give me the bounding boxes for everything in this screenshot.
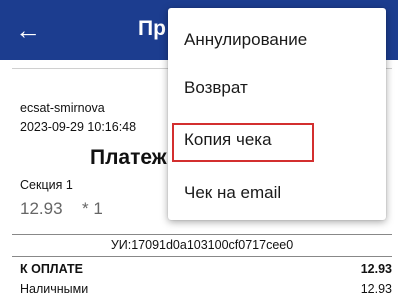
receipt-divider-bottom — [12, 256, 392, 257]
menu-item-label: Возврат — [184, 78, 248, 97]
menu-item-refund[interactable]: Возврат — [168, 66, 386, 114]
menu-item-label: Чек на email — [184, 183, 282, 202]
receipt-uid: УИ:17091d0a103100cf0717cee0 — [110, 238, 294, 252]
menu-item-receipt-copy[interactable]: Копия чека — [168, 118, 386, 166]
total-due-label: К ОПЛАТЕ — [20, 262, 83, 276]
receipt-datetime: 2023-09-29 10:16:48 — [20, 120, 137, 134]
back-arrow-icon[interactable]: ← — [14, 16, 42, 44]
total-due-value: 12.93 — [360, 262, 392, 276]
overflow-menu: Аннулирование Возврат Копия чека Чек на … — [168, 8, 386, 220]
item-price: 12.93 — [20, 199, 63, 218]
cash-label: Наличными — [20, 282, 89, 296]
cash-value: 12.93 — [360, 282, 392, 296]
menu-item-email-receipt[interactable]: Чек на email — [168, 171, 386, 219]
app-bar-title: Пр — [138, 17, 166, 40]
menu-item-label: Копия чека — [184, 130, 272, 149]
receipt-heading: Платеж — [90, 146, 167, 169]
receipt-user: ecsat-smirnova — [20, 101, 105, 115]
item-quantity: * 1 — [82, 199, 103, 218]
receipt-divider-top — [12, 234, 392, 235]
receipt-section: Секция 1 — [20, 178, 73, 192]
menu-item-annul[interactable]: Аннулирование — [168, 18, 386, 66]
menu-item-label: Аннулирование — [184, 30, 308, 49]
